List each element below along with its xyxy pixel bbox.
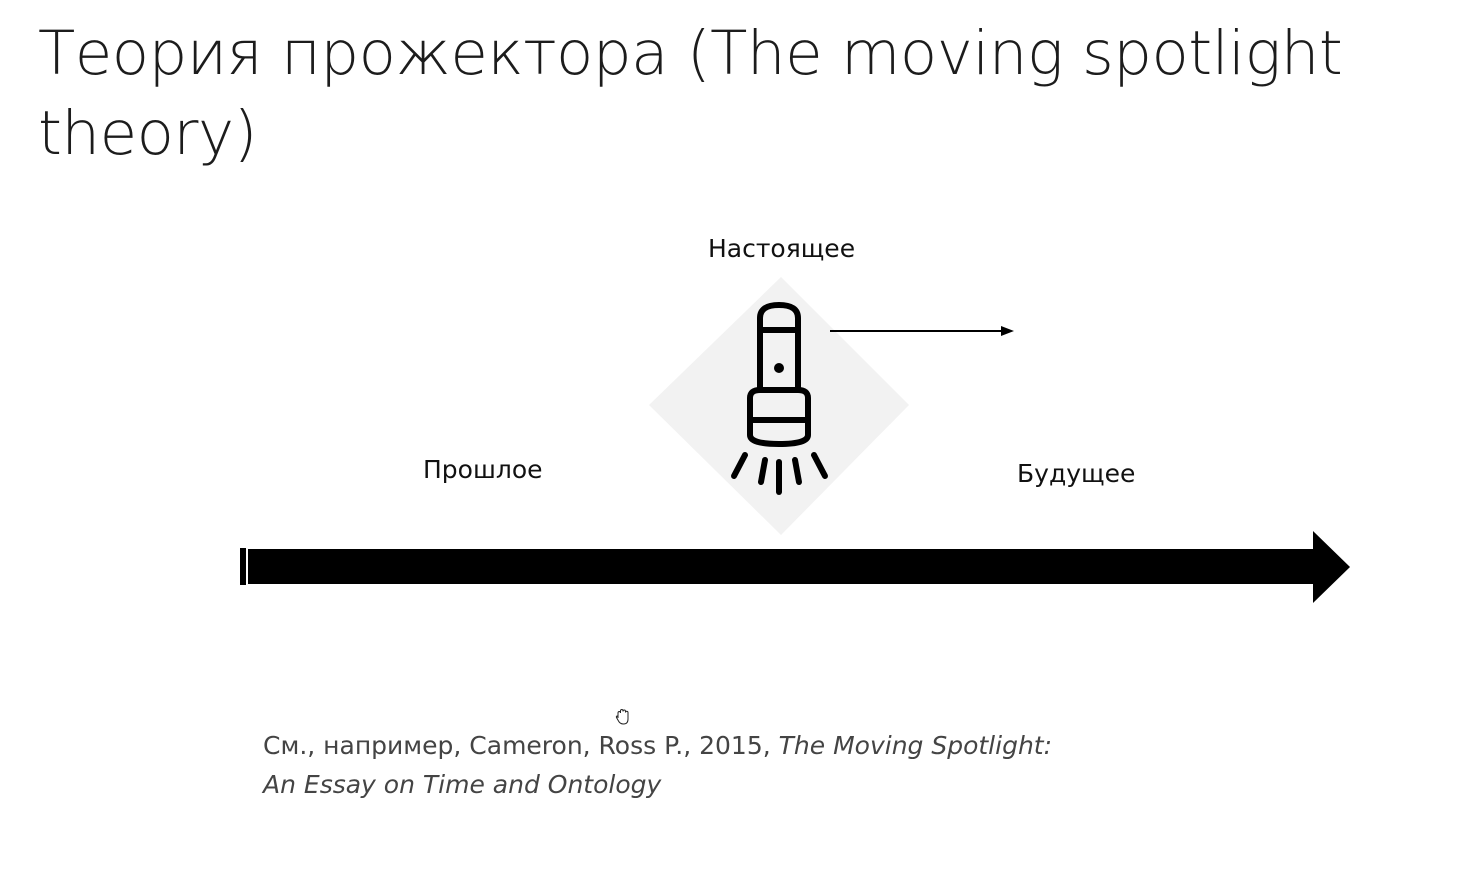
- timeline-arrowhead: [1313, 531, 1350, 603]
- citation-prefix: См., например, Cameron, Ross P., 2015,: [263, 731, 779, 760]
- label-present: Настоящее: [708, 234, 856, 263]
- movement-arrow-head: [1001, 326, 1014, 336]
- icon-backdrop: [649, 277, 909, 535]
- hand-cursor-icon: [615, 708, 629, 725]
- timeline-start-mark: [240, 548, 246, 585]
- label-past: Прошлое: [423, 455, 543, 484]
- citation-title-line1: The Moving Spotlight:: [778, 731, 1053, 760]
- label-future: Будущее: [1017, 459, 1136, 488]
- citation-title-line2: An Essay on Time and Ontology: [263, 770, 662, 799]
- citation: См., например, Cameron, Ross P., 2015, T…: [263, 726, 1163, 804]
- timeline-bar: [248, 549, 1316, 584]
- flashlight-switch: [774, 363, 784, 373]
